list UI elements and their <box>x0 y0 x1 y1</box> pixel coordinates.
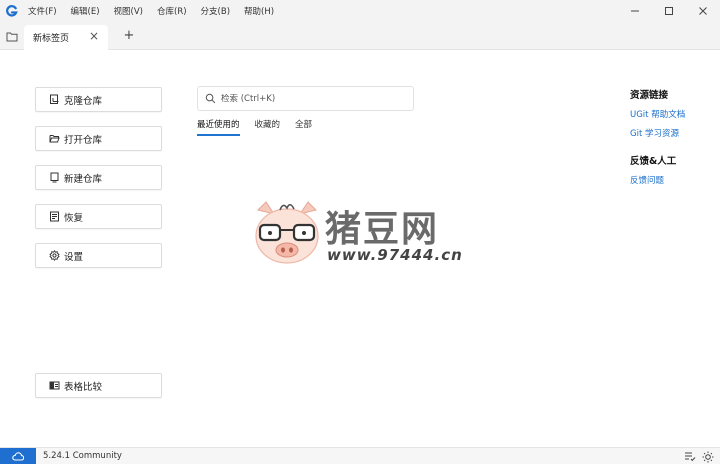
list-check-icon <box>684 452 695 462</box>
menu-file[interactable]: 文件(F) <box>28 5 57 17</box>
close-window-button[interactable] <box>686 0 720 22</box>
watermark: 猪豆网 www.97444.cn <box>252 200 472 272</box>
window-controls <box>618 0 720 22</box>
resource-links-section: 资源链接 UGit 帮助文档 Git 学习资源 <box>630 87 685 139</box>
report-issue-link[interactable]: 反馈问题 <box>630 174 685 186</box>
ugit-logo-icon <box>0 0 22 22</box>
title-bar: 文件(F) 编辑(E) 视图(V) 仓库(R) 分支(B) 帮助(H) <box>0 0 720 22</box>
menu-view[interactable]: 视图(V) <box>114 5 143 17</box>
status-bar: 5.24.1 Community <box>0 447 720 464</box>
tasks-button[interactable] <box>683 450 696 463</box>
new-repo-icon <box>49 172 60 183</box>
gear-icon <box>49 250 60 261</box>
folder-icon <box>6 32 18 41</box>
table-compare-icon <box>49 380 60 391</box>
menu-bar: 文件(F) 编辑(E) 视图(V) 仓库(R) 分支(B) 帮助(H) <box>28 5 288 17</box>
cloud-sync-button[interactable] <box>0 448 36 464</box>
menu-repository[interactable]: 仓库(R) <box>157 5 187 17</box>
tab-bar: 新标签页 × + <box>0 22 720 50</box>
close-icon <box>699 7 707 15</box>
watermark-title: 猪豆网 <box>325 209 440 250</box>
tab-label: 新标签页 <box>33 34 70 44</box>
ugit-help-docs-link[interactable]: UGit 帮助文档 <box>630 108 685 120</box>
settings-label: 设置 <box>64 251 84 263</box>
maximize-icon <box>665 7 673 15</box>
repository-filter-tabs: 最近使用的 收藏的 全部 <box>197 118 327 136</box>
version-label: 5.24.1 Community <box>43 451 122 461</box>
search-icon <box>205 93 216 104</box>
open-repository-button[interactable]: 打开仓库 <box>35 126 162 151</box>
tab-close-button[interactable]: × <box>89 29 99 43</box>
minimize-icon <box>631 10 639 12</box>
pig-mascot-icon <box>255 201 319 264</box>
restore-button[interactable]: 恢复 <box>35 204 162 229</box>
open-repository-label: 打开仓库 <box>64 134 103 146</box>
tab-favorites[interactable]: 收藏的 <box>255 118 281 136</box>
resource-links-heading: 资源链接 <box>630 90 669 101</box>
menu-edit[interactable]: 编辑(E) <box>71 5 100 17</box>
tab-new-tab-page[interactable]: 新标签页 × <box>24 25 108 50</box>
settings-button[interactable]: 设置 <box>35 243 162 268</box>
folder-open-icon <box>49 133 60 144</box>
start-page: 克隆仓库 打开仓库 新建仓库 恢复 设置 表格比较 最近使用的 <box>0 50 720 446</box>
create-repository-label: 新建仓库 <box>64 173 103 185</box>
menu-branch[interactable]: 分支(B) <box>201 5 230 17</box>
clone-repository-button[interactable]: 克隆仓库 <box>35 87 162 112</box>
table-compare-button[interactable]: 表格比较 <box>35 373 162 398</box>
right-panel: 资源链接 UGit 帮助文档 Git 学习资源 反馈&人工 反馈问题 <box>630 87 685 200</box>
feedback-heading: 反馈&人工 <box>630 156 677 167</box>
maximize-button[interactable] <box>652 0 686 22</box>
clone-icon <box>49 94 60 105</box>
watermark-url: www.97444.cn <box>327 246 463 264</box>
menu-help[interactable]: 帮助(H) <box>244 5 274 17</box>
tab-all[interactable]: 全部 <box>295 118 312 136</box>
create-repository-button[interactable]: 新建仓库 <box>35 165 162 190</box>
table-compare-label: 表格比较 <box>64 381 103 393</box>
restore-label: 恢复 <box>64 212 84 224</box>
folder-button[interactable] <box>4 28 20 44</box>
search-box[interactable] <box>197 86 414 111</box>
search-input[interactable] <box>221 93 401 104</box>
theme-toggle-button[interactable] <box>701 450 714 463</box>
clone-repository-label: 克隆仓库 <box>64 95 103 107</box>
sun-icon <box>702 451 713 462</box>
restore-icon <box>49 211 60 222</box>
cloud-icon <box>12 452 24 461</box>
minimize-button[interactable] <box>618 0 652 22</box>
git-learning-resources-link[interactable]: Git 学习资源 <box>630 127 685 139</box>
new-tab-button[interactable]: + <box>122 28 136 44</box>
feedback-section: 反馈&人工 反馈问题 <box>630 153 685 186</box>
tab-recent[interactable]: 最近使用的 <box>197 118 240 136</box>
